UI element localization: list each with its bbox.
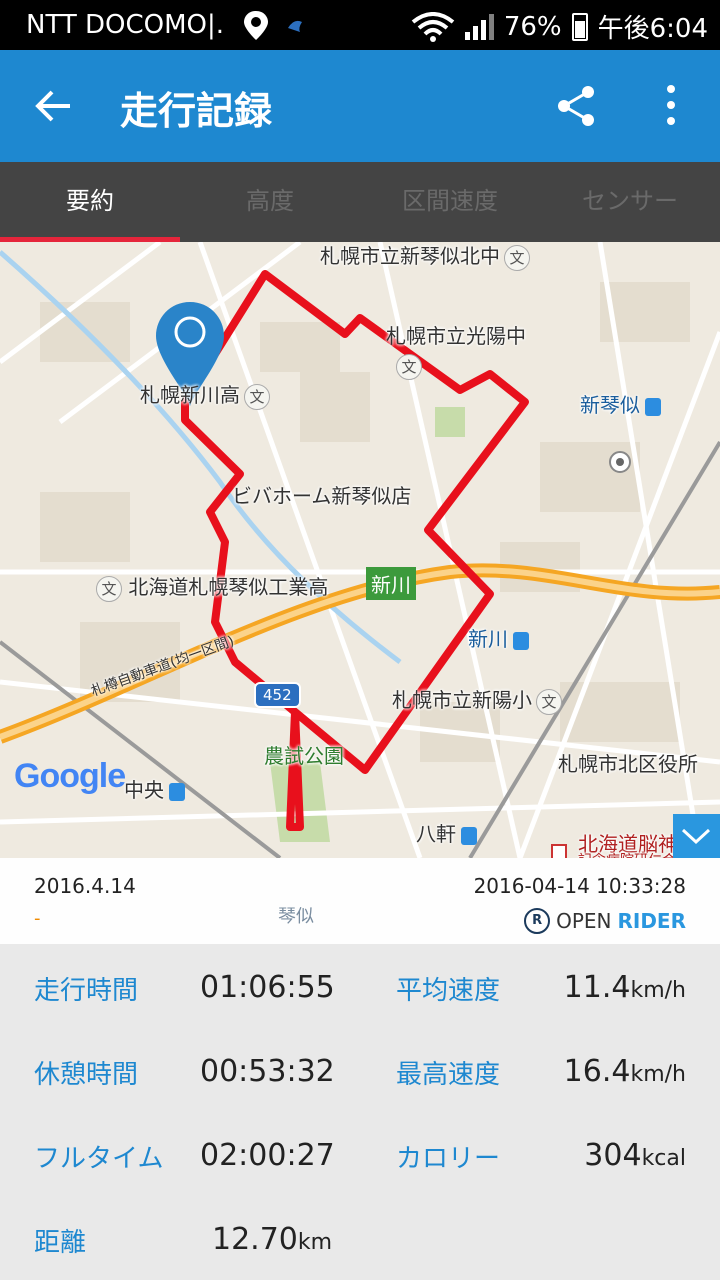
school-icon: 文 [536,688,562,715]
map-label: 札幌新川高文 [140,379,270,410]
map-label: 文 北海道札幌琴似工業高 [92,571,328,602]
openrider-logo: R OPEN RIDER [524,908,686,934]
tab-lap-speed[interactable]: 区間速度 [360,162,540,242]
avg-speed-label: 平均速度 [396,976,501,1006]
app-bar: 走行記録 [0,50,720,162]
max-speed-value: 16.4km/h [563,1054,686,1089]
tab-sensor[interactable]: センサー [540,162,720,242]
distance-label: 距離 [34,1228,87,1258]
calorie-value: 304kcal [584,1138,686,1173]
distance-value: 12.70km [212,1222,333,1257]
full-time-label: フルタイム [34,1144,164,1174]
riding-time-label: 走行時間 [34,976,139,1006]
map-label: 札幌市立新陽小文 [392,684,562,715]
school-icon: 文 [396,354,422,380]
map-label: 八軒 [416,818,477,847]
station-icon [645,397,661,416]
rest-time-value: 00:53:32 [200,1054,335,1089]
map-label: 記念病院研仁会 [578,850,676,858]
map-label: 中央 [124,774,185,803]
chevron-down-icon[interactable] [673,814,720,858]
riding-time-value: 01:06:55 [200,970,335,1005]
route-shield: 452 [254,682,301,708]
map-label: 新琴似 [580,389,661,418]
battery-percent: 76% [503,11,562,42]
calorie-label: カロリー [396,1144,501,1174]
map-label: 札幌市立新琴似北中文 [320,242,530,271]
map-label: ビバホーム新琴似店 [232,484,412,508]
station-label: 新川 [366,567,416,600]
map-label: 琴似 [278,906,314,927]
school-icon: 文 [504,244,530,271]
location-icon [240,8,320,49]
full-time-value: 02:00:27 [200,1138,335,1173]
share-icon[interactable] [554,84,598,128]
signal-icon [464,13,494,40]
ride-datetime: 2016-04-14 10:33:28 [473,874,686,898]
more-vert-icon[interactable] [656,80,686,132]
map-label: 札幌市立光陽中 [386,324,526,348]
status-bar: NTT DOCOMO|. 76% 午後6:04 [0,0,720,50]
station-icon [461,826,477,845]
route-map[interactable]: 札幌市立新琴似北中文 札幌市立光陽中 文 新琴似 札幌新川高文 ビバホーム新琴似… [0,242,720,858]
arrow-left-icon[interactable] [34,78,78,134]
google-logo: Google [14,757,126,795]
wifi-icon [411,11,455,42]
carrier-name: NTT DOCOMO|. [26,10,225,40]
max-speed-label: 最高速度 [396,1060,501,1090]
tab-summary[interactable]: 要約 [0,162,180,242]
station-icon [169,782,185,801]
tab-elevation[interactable]: 高度 [180,162,360,242]
map-label: 札幌市北区役所 [558,752,698,776]
rest-time-label: 休憩時間 [34,1060,139,1090]
school-icon: 文 [244,383,270,410]
map-label: 農試公園 [264,744,344,768]
school-icon: 文 [96,575,122,602]
station-icon [513,631,529,650]
clock: 午後6:04 [597,14,708,44]
battery-icon [571,12,588,41]
ride-info-bar: 2016.4.14 - 2016-04-14 10:33:28 琴似 R OPE… [0,858,720,944]
map-label: 新川 [468,623,529,652]
ride-date: 2016.4.14 [34,874,136,898]
page-title: 走行記録 [120,89,273,133]
stats-panel: 走行時間 01:06:55 平均速度 11.4km/h 休憩時間 00:53:3… [0,944,720,1280]
tab-bar: 要約 高度 区間速度 センサー [0,162,720,242]
ride-name: - [34,908,41,929]
avg-speed-value: 11.4km/h [563,970,686,1005]
openrider-icon: R [524,908,551,934]
